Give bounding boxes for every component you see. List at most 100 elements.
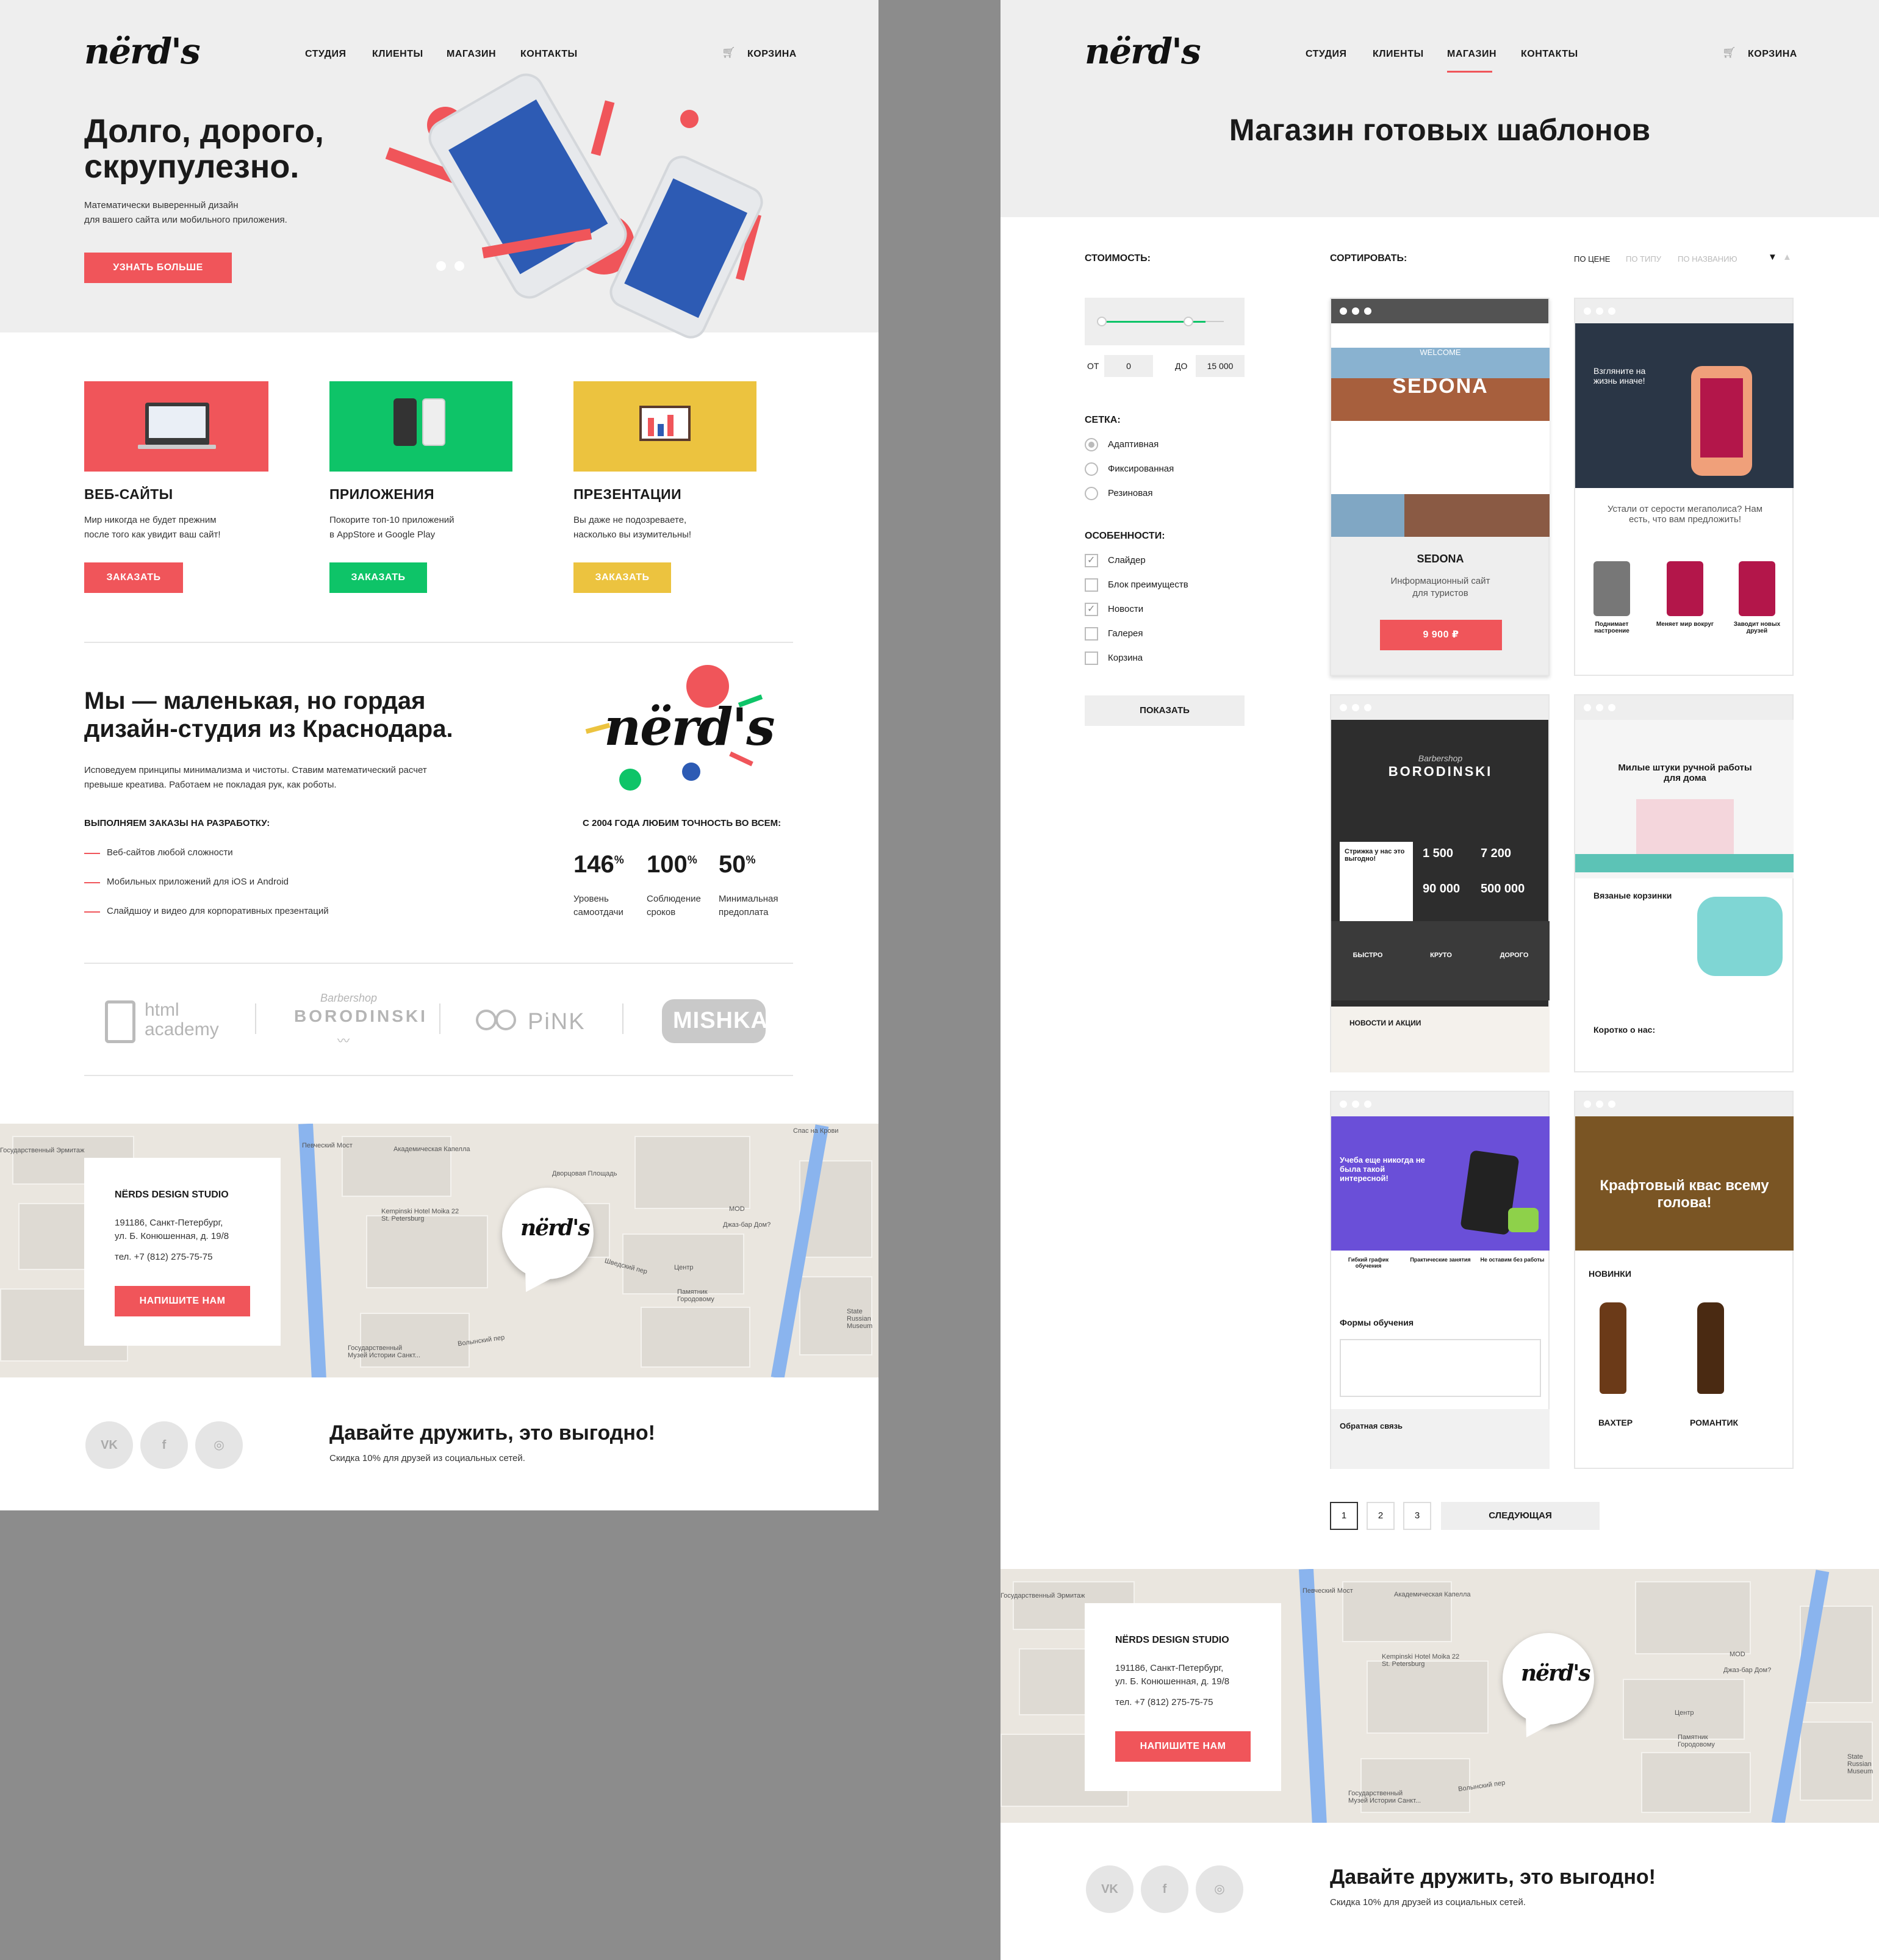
grid-option-adaptive[interactable]: Адаптивная — [1108, 439, 1159, 450]
grid-option-fixed[interactable]: Фиксированная — [1108, 464, 1174, 474]
instagram-icon[interactable]: ◎ — [195, 1421, 243, 1469]
page-1-button[interactable]: 1 — [1330, 1502, 1358, 1530]
preview-headline: SEDONA — [1392, 375, 1489, 398]
feature-news-label[interactable]: Новости — [1108, 604, 1143, 614]
nav-cart[interactable]: КОРЗИНА — [747, 49, 797, 60]
vk-icon[interactable]: VK — [85, 1421, 133, 1469]
price-from-input[interactable]: 0 — [1104, 355, 1153, 377]
stat-2-unit: % — [687, 853, 697, 866]
feature-checkbox-news[interactable]: ✓ — [1085, 603, 1098, 616]
footer-title: Давайте дружить, это выгодно! — [329, 1421, 656, 1445]
map-label: Государственный Музей Истории Санкт... — [1348, 1790, 1421, 1804]
feature-advantages-label[interactable]: Блок преимуществ — [1108, 580, 1188, 590]
service-apps-text-1: Покорите топ-10 приложений — [329, 515, 454, 525]
map-marker-logo: nërd's — [1521, 1660, 1591, 1686]
map-label: Академическая Капелла — [393, 1146, 470, 1153]
slider-dot-1[interactable] — [436, 261, 446, 271]
nav-studio[interactable]: СТУДИЯ — [305, 49, 346, 60]
service-web-text-1: Мир никогда не будет прежним — [84, 515, 217, 525]
instagram-icon[interactable]: ◎ — [1196, 1865, 1243, 1913]
nav-shop-active[interactable]: МАГАЗИН — [1447, 49, 1496, 60]
service-web-image — [84, 381, 268, 472]
grid-radio-fluid[interactable] — [1085, 487, 1098, 500]
slider-dot-2[interactable] — [454, 261, 464, 271]
sort-desc-icon[interactable]: ▼ — [1768, 252, 1777, 262]
preview-feature: Не оставим без работы — [1480, 1257, 1545, 1263]
service-apps-image — [329, 381, 512, 472]
feature-checkbox-cart[interactable] — [1085, 652, 1098, 665]
nav-clients[interactable]: КЛИЕНТЫ — [1373, 49, 1424, 60]
template-card-mishka[interactable]: Милые штуки ручной работы для дома Вязан… — [1574, 694, 1794, 1072]
stat-1-unit: % — [614, 853, 624, 866]
learn-more-button[interactable]: УЗНАТЬ БОЛЬШЕ — [84, 253, 232, 283]
card-browser-bar — [1331, 695, 1548, 720]
check-icon: ✓ — [1087, 604, 1096, 614]
preview-feature: БЫСТРО — [1353, 952, 1383, 959]
template-card-pink[interactable]: Взгляните на жизнь иначе! Устали от серо… — [1574, 298, 1794, 676]
template-card-kvas[interactable]: Крафтовый квас всему голова! НОВИНКИ ВАХ… — [1574, 1091, 1794, 1469]
buy-button[interactable]: 9 900 ₽ — [1380, 620, 1502, 650]
grid-option-fluid[interactable]: Резиновая — [1108, 488, 1153, 498]
client-pink[interactable]: PiNK — [528, 1009, 586, 1035]
preview-news: НОВОСТИ И АКЦИИ — [1349, 1019, 1421, 1027]
feature-checkbox-slider[interactable]: ✓ — [1085, 554, 1098, 567]
radio-checked-dot — [1088, 442, 1094, 448]
order-web-button[interactable]: ЗАКАЗАТЬ — [84, 562, 183, 593]
order-presentations-button[interactable]: ЗАКАЗАТЬ — [573, 562, 671, 593]
show-button[interactable]: ПОКАЗАТЬ — [1085, 695, 1245, 726]
nav-studio[interactable]: СТУДИЯ — [1306, 49, 1346, 60]
sort-by-price[interactable]: ПО ЦЕНЕ — [1574, 254, 1610, 264]
next-page-button[interactable]: СЛЕДУЮЩАЯ — [1441, 1502, 1600, 1530]
grid-radio-fixed[interactable] — [1085, 462, 1098, 476]
write-us-button[interactable]: НАПИШИТЕ НАМ — [115, 1286, 250, 1316]
stat-1-label-1: Уровень — [573, 894, 609, 904]
order-apps-button[interactable]: ЗАКАЗАТЬ — [329, 562, 427, 593]
template-card-academy[interactable]: Учеба еще никогда не была такой интересн… — [1330, 1091, 1550, 1469]
price-range-slider[interactable] — [1085, 298, 1245, 345]
page-3-button[interactable]: 3 — [1403, 1502, 1431, 1530]
nav-shop[interactable]: МАГАЗИН — [447, 49, 496, 60]
stat-1: 146% — [573, 851, 624, 878]
client-html-academy[interactable]: html academy — [145, 1000, 242, 1039]
cart-icon[interactable]: 🛒︎ — [722, 46, 736, 59]
feature-checkbox-advantages[interactable] — [1085, 578, 1098, 592]
nav-contacts[interactable]: КОНТАКТЫ — [520, 49, 578, 60]
preview-caption: НОВИНКИ — [1589, 1269, 1631, 1279]
template-card-sedona[interactable]: WELCOME SEDONA SEDONA Информационный сай… — [1330, 298, 1550, 676]
vk-icon[interactable]: VK — [1086, 1865, 1134, 1913]
feature-cart-label[interactable]: Корзина — [1108, 653, 1143, 663]
map-label: Государственный Эрмитаж — [1001, 1592, 1085, 1599]
nav-cart[interactable]: КОРЗИНА — [1748, 49, 1797, 60]
facebook-icon[interactable]: f — [1141, 1865, 1188, 1913]
nav-contacts[interactable]: КОНТАКТЫ — [1521, 49, 1578, 60]
write-us-button[interactable]: НАПИШИТЕ НАМ — [1115, 1731, 1251, 1762]
map-label: Государственный Эрмитаж — [0, 1147, 85, 1154]
client-mishka[interactable]: MISHKA — [673, 1008, 768, 1034]
divider — [84, 963, 793, 964]
cart-icon[interactable]: 🛒︎ — [1722, 46, 1736, 59]
map-label: Центр — [1675, 1709, 1694, 1717]
sort-by-name[interactable]: ПО НАЗВАНИЮ — [1678, 254, 1737, 264]
nav-active-underline — [1447, 71, 1492, 73]
sort-asc-icon[interactable]: ▲ — [1783, 252, 1792, 262]
feature-slider-label[interactable]: Слайдер — [1108, 555, 1146, 565]
client-separator — [439, 1003, 440, 1034]
price-label: СТОИМОСТЬ: — [1085, 253, 1151, 264]
logo[interactable]: nërd's — [1085, 31, 1201, 72]
template-card-borodinski[interactable]: Barbershop BORODINSKI Стрижка у нас это … — [1330, 694, 1550, 1072]
facebook-icon[interactable]: f — [140, 1421, 188, 1469]
nav-clients[interactable]: КЛИЕНТЫ — [372, 49, 423, 60]
grid-radio-adaptive[interactable] — [1085, 438, 1098, 451]
about-text-line-1: Исповедуем принципы минимализма и чистот… — [84, 765, 427, 775]
range-handle-max[interactable] — [1184, 317, 1193, 326]
logo[interactable]: nërd's — [84, 31, 201, 72]
range-handle-min[interactable] — [1097, 317, 1107, 326]
price-to-input[interactable]: 15 000 — [1196, 355, 1245, 377]
feature-checkbox-gallery[interactable] — [1085, 627, 1098, 641]
feature-gallery-label[interactable]: Галерея — [1108, 628, 1143, 639]
client-borodinski[interactable]: BORODINSKI — [294, 1007, 428, 1026]
footer-title: Давайте дружить, это выгодно! — [1330, 1865, 1656, 1889]
preview-stat: 7 200 — [1481, 847, 1512, 860]
sort-by-type[interactable]: ПО ТИПУ — [1626, 254, 1661, 264]
page-2-button[interactable]: 2 — [1367, 1502, 1395, 1530]
